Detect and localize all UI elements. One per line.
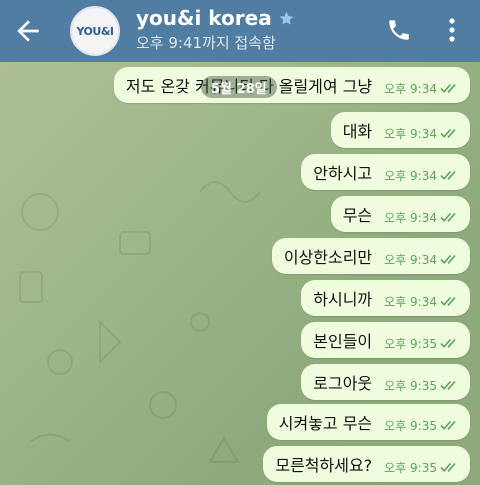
message-bubble[interactable]: 안하시고 오후 9:34 (301, 154, 470, 190)
message-text: 로그아웃 (313, 374, 373, 393)
message-meta: 오후 9:35 (384, 377, 460, 394)
double-check-icon (440, 83, 456, 93)
message-time: 오후 9:35 (384, 378, 437, 393)
message-bubble[interactable]: 저도 온갖 커뮤니티 다 올릴게여 그냥 오후 9:34 (113, 67, 470, 103)
message-text: 대화 (342, 122, 373, 141)
message-text: 안하시고 (313, 164, 373, 183)
message-bubble[interactable]: 대화 오후 9:34 (330, 112, 470, 148)
message-text: 하시니까 (313, 290, 373, 309)
message-bubble[interactable]: 본인들이 오후 9:35 (301, 322, 470, 358)
message-text: 모른척하세요? (275, 456, 373, 475)
double-check-icon (440, 420, 456, 430)
message-meta: 오후 9:34 (384, 251, 460, 268)
message-text: 시켜놓고 무슨 (278, 414, 373, 433)
message-time: 오후 9:34 (384, 126, 437, 141)
message-time: 오후 9:34 (384, 252, 437, 267)
message-bubble[interactable]: 무슨 오후 9:34 (330, 196, 470, 232)
chat-title: you&i korea (136, 6, 272, 30)
message-bubble[interactable]: 하시니까 오후 9:34 (301, 280, 470, 316)
chat-title-row[interactable]: you&i korea (136, 6, 295, 30)
double-check-icon (440, 296, 456, 306)
back-arrow-icon[interactable] (12, 15, 44, 47)
message-bubble[interactable]: 이상한소리만 오후 9:34 (271, 238, 470, 274)
message-meta: 오후 9:34 (384, 209, 460, 226)
message-time: 오후 9:34 (384, 168, 437, 183)
message-meta: 오후 9:34 (384, 80, 460, 97)
message-meta: 오후 9:35 (384, 335, 460, 352)
message-bubble[interactable]: 모른척하세요? 오후 9:35 (263, 446, 470, 482)
avatar[interactable]: YOU&I (70, 6, 120, 56)
message-meta: 오후 9:35 (384, 417, 460, 434)
double-check-icon (440, 212, 456, 222)
double-check-icon (440, 170, 456, 180)
message-time: 오후 9:34 (384, 294, 437, 309)
message-list[interactable]: 저도 온갖 커뮤니티 다 올릴게여 그냥 오후 9:34 5월 28일 대화 오… (0, 62, 480, 485)
double-check-icon (440, 462, 456, 472)
double-check-icon (440, 338, 456, 348)
message-meta: 오후 9:34 (384, 125, 460, 142)
double-check-icon (440, 380, 456, 390)
double-check-icon (440, 254, 456, 264)
message-text: 이상한소리만 (283, 248, 373, 267)
message-time: 오후 9:35 (384, 336, 437, 351)
message-meta: 오후 9:34 (384, 167, 460, 184)
message-time: 오후 9:35 (384, 418, 437, 433)
avatar-logo-text: YOU&I (76, 24, 114, 38)
message-time: 오후 9:34 (384, 210, 437, 225)
message-text: 무슨 (342, 206, 373, 225)
chat-header: YOU&I you&i korea 오후 9:41까지 접속함 (0, 0, 480, 62)
message-meta: 오후 9:34 (384, 293, 460, 310)
message-bubble[interactable]: 시켜놓고 무슨 오후 9:35 (266, 404, 470, 440)
double-check-icon (440, 128, 456, 138)
message-meta: 오후 9:35 (384, 459, 460, 476)
date-pill: 5월 28일 (201, 76, 277, 98)
message-text: 본인들이 (313, 332, 373, 351)
message-time: 오후 9:34 (384, 81, 437, 96)
star-icon (279, 11, 294, 25)
phone-call-icon[interactable] (386, 17, 412, 43)
message-time: 오후 9:35 (384, 460, 437, 475)
last-seen-status: 오후 9:41까지 접속함 (136, 34, 276, 52)
message-bubble[interactable]: 로그아웃 오후 9:35 (301, 364, 470, 400)
more-vertical-icon[interactable] (447, 16, 457, 44)
